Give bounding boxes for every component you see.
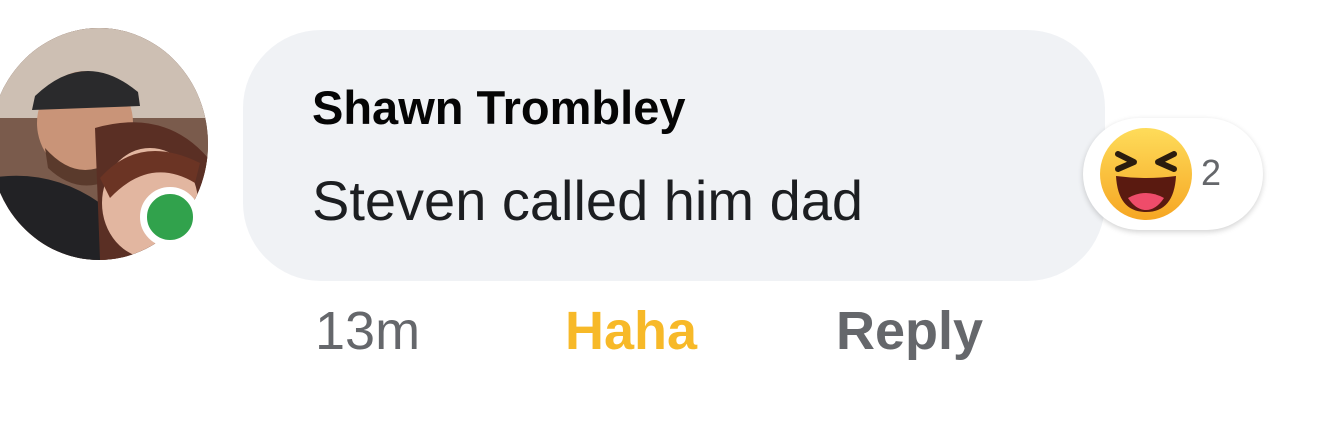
reaction-summary[interactable]: 2 [1083, 118, 1263, 230]
reaction-button[interactable]: Haha [565, 300, 697, 362]
comment: Shawn Trombley Steven called him dad 2 1… [0, 0, 1320, 440]
comment-timestamp[interactable]: 13m [315, 300, 420, 362]
reaction-count: 2 [1201, 152, 1222, 193]
comment-author[interactable]: Shawn Trombley [312, 80, 685, 135]
comment-bubble [243, 30, 1105, 281]
reply-button[interactable]: Reply [836, 300, 983, 362]
comment-text: Steven called him dad [312, 169, 864, 232]
online-status-icon [140, 187, 200, 247]
haha-emoji-icon [1096, 124, 1196, 224]
